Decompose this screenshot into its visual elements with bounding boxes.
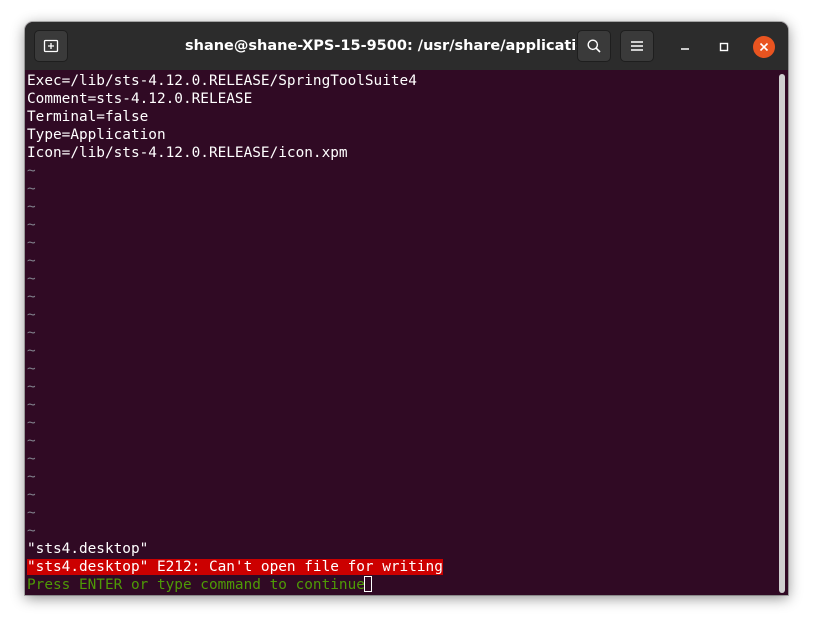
empty-line-marker: ~ xyxy=(27,397,36,413)
title-bar[interactable]: shane@shane-XPS-15-9500: /usr/share/appl… xyxy=(25,22,788,70)
empty-line-marker: ~ xyxy=(27,325,36,341)
error-message: "sts4.desktop" E212: Can't open file for… xyxy=(27,559,443,575)
file-line: Terminal=false xyxy=(27,109,149,125)
scrollbar[interactable] xyxy=(777,72,788,595)
file-line: Comment=sts-4.12.0.RELEASE xyxy=(27,91,253,107)
empty-line-marker: ~ xyxy=(27,469,36,485)
continue-prompt: Press ENTER or type command to continue xyxy=(27,577,365,593)
new-tab-button[interactable] xyxy=(34,30,68,62)
file-status-message: "sts4.desktop" xyxy=(27,541,149,557)
error-message-line: "sts4.desktop" E212: Can't open file for… xyxy=(27,558,779,576)
file-line: Icon=/lib/sts-4.12.0.RELEASE/icon.xpm xyxy=(27,145,348,161)
file-content: Exec=/lib/sts-4.12.0.RELEASE/SpringToolS… xyxy=(27,72,779,162)
empty-line-marker: ~ xyxy=(27,433,36,449)
empty-line-markers: ~ ~ ~ ~ ~ ~ ~ ~ ~ ~ ~ ~ ~ ~ ~ ~ ~ ~ ~ ~ ~ xyxy=(27,162,779,540)
search-button[interactable] xyxy=(577,30,611,62)
empty-line-marker: ~ xyxy=(27,181,36,197)
menu-button[interactable] xyxy=(620,30,654,62)
empty-line-marker: ~ xyxy=(27,289,36,305)
empty-line-marker: ~ xyxy=(27,379,36,395)
scrollbar-thumb[interactable] xyxy=(779,74,785,593)
empty-line-marker: ~ xyxy=(27,451,36,467)
minimize-button[interactable] xyxy=(674,36,696,58)
empty-line-marker: ~ xyxy=(27,415,36,431)
terminal-window: shane@shane-XPS-15-9500: /usr/share/appl… xyxy=(25,22,788,595)
text-cursor xyxy=(363,576,372,592)
empty-line-marker: ~ xyxy=(27,523,36,539)
empty-line-marker: ~ xyxy=(27,271,36,287)
close-button[interactable] xyxy=(753,36,775,58)
empty-line-marker: ~ xyxy=(27,235,36,251)
empty-line-marker: ~ xyxy=(27,307,36,323)
continue-prompt-line: Press ENTER or type command to continue xyxy=(27,576,779,594)
empty-line-marker: ~ xyxy=(27,217,36,233)
file-line: Exec=/lib/sts-4.12.0.RELEASE/SpringToolS… xyxy=(27,73,417,89)
file-line: Type=Application xyxy=(27,127,166,143)
maximize-button[interactable] xyxy=(713,36,735,58)
terminal-output[interactable]: Exec=/lib/sts-4.12.0.RELEASE/SpringToolS… xyxy=(27,72,779,595)
empty-line-marker: ~ xyxy=(27,163,36,179)
empty-line-marker: ~ xyxy=(27,253,36,269)
window-title: shane@shane-XPS-15-9500: /usr/share/appl… xyxy=(185,38,606,54)
empty-line-marker: ~ xyxy=(27,343,36,359)
empty-line-marker: ~ xyxy=(27,505,36,521)
empty-line-marker: ~ xyxy=(27,199,36,215)
empty-line-marker: ~ xyxy=(27,487,36,503)
empty-line-marker: ~ xyxy=(27,361,36,377)
